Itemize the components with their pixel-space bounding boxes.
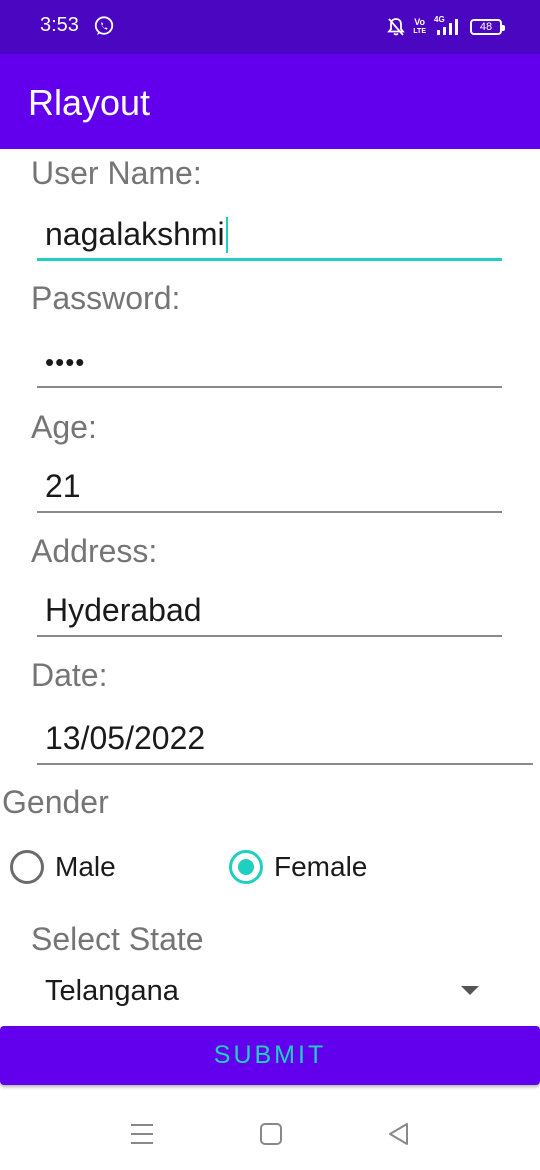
age-input[interactable]: 21 <box>37 463 502 513</box>
menu-icon[interactable] <box>129 1121 155 1147</box>
status-time: 3:53 <box>40 14 79 36</box>
mute-notification-icon <box>387 18 406 36</box>
radio-male-label: Male <box>55 851 116 882</box>
dropdown-arrow-icon[interactable] <box>461 986 479 995</box>
signal-icon: 4G <box>434 15 462 37</box>
volte-indicator: Vo LTE <box>413 17 426 36</box>
address-input[interactable]: Hyderabad <box>37 587 502 637</box>
whatsapp-icon <box>94 16 114 36</box>
battery-icon: 48 <box>470 19 505 35</box>
username-value: nagalakshmi <box>45 216 228 253</box>
age-value: 21 <box>45 468 81 504</box>
password-underline <box>37 386 502 388</box>
navigation-bar <box>0 1097 540 1170</box>
address-label: Address: <box>31 533 158 569</box>
back-icon[interactable] <box>386 1121 412 1147</box>
radio-female[interactable]: Female <box>229 850 367 884</box>
submit-button[interactable]: SUBMIT <box>0 1026 540 1085</box>
radio-male[interactable]: Male <box>10 850 116 884</box>
state-label: Select State <box>31 921 204 957</box>
gender-label: Gender <box>2 784 109 820</box>
radio-female-label: Female <box>274 851 368 882</box>
radio-female-circle[interactable] <box>229 850 263 884</box>
password-input[interactable]: •••• <box>37 338 502 388</box>
status-bar: 3:53 Vo LTE 4G 48 <box>0 0 540 54</box>
state-spinner[interactable]: Telangana <box>37 965 487 1015</box>
state-value: Telangana <box>45 975 179 1007</box>
username-label: User Name: <box>31 155 202 191</box>
date-underline <box>37 763 533 765</box>
username-input[interactable]: nagalakshmi <box>37 211 502 261</box>
password-label: Password: <box>31 280 181 316</box>
status-icons: Vo LTE 4G 48 <box>387 15 505 39</box>
home-icon[interactable] <box>258 1121 284 1147</box>
address-underline <box>37 635 502 637</box>
username-underline <box>37 258 502 261</box>
app-bar: Rlayout <box>0 54 540 149</box>
date-input[interactable]: 13/05/2022 <box>37 715 533 765</box>
radio-male-circle[interactable] <box>10 850 44 884</box>
date-value: 13/05/2022 <box>45 720 206 756</box>
address-value: Hyderabad <box>45 592 202 628</box>
app-title: Rlayout <box>28 82 151 123</box>
age-underline <box>37 511 502 513</box>
password-value: •••• <box>45 347 86 377</box>
date-label: Date: <box>31 657 108 693</box>
age-label: Age: <box>31 409 97 445</box>
text-cursor <box>225 217 228 253</box>
